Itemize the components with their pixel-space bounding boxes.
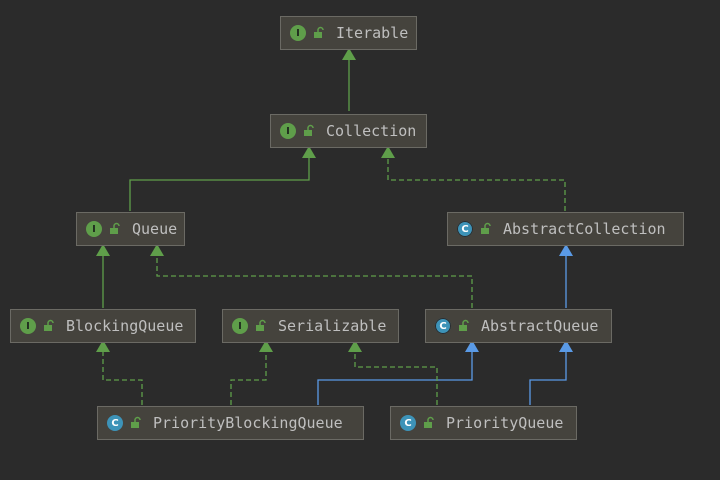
- node-label: AbstractQueue: [481, 317, 599, 335]
- unlocked-icon: [459, 319, 469, 331]
- abstract-class-icon: C: [457, 221, 473, 237]
- unlocked-icon: [424, 416, 434, 428]
- node-label: Iterable: [336, 24, 409, 42]
- node-label: PriorityBlockingQueue: [153, 414, 343, 432]
- interface-icon: I: [232, 318, 248, 334]
- class-icon: C: [107, 415, 123, 431]
- node-label: Queue: [132, 220, 178, 238]
- interface-icon: I: [86, 221, 102, 237]
- node-label: AbstractCollection: [503, 220, 666, 238]
- edge-priority_blocking_queue-to-serializable: [230, 352, 267, 405]
- node-abstract-queue[interactable]: C AbstractQueue: [425, 309, 612, 343]
- edge-abstract_queue-to-queue: [156, 256, 473, 308]
- unlocked-icon: [44, 319, 54, 331]
- edge-priority_blocking_queue-to-abstract_queue: [317, 352, 473, 405]
- node-priority-queue[interactable]: C PriorityQueue: [390, 406, 577, 440]
- node-blocking-queue[interactable]: I BlockingQueue: [10, 309, 196, 343]
- unlocked-icon: [481, 222, 491, 234]
- interface-icon: I: [280, 123, 296, 139]
- unlocked-icon: [256, 319, 266, 331]
- edge-priority_blocking_queue-to-blocking_queue: [102, 352, 143, 405]
- edge-priority_queue-to-serializable: [354, 352, 438, 405]
- unlocked-icon: [304, 124, 314, 136]
- unlocked-icon: [314, 26, 324, 38]
- node-abstract-collection[interactable]: C AbstractCollection: [447, 212, 684, 246]
- interface-icon: I: [20, 318, 36, 334]
- node-label: Collection: [326, 122, 417, 140]
- abstract-class-icon: C: [435, 318, 451, 334]
- node-queue[interactable]: I Queue: [76, 212, 185, 246]
- edge-abstract_collection-to-collection: [387, 158, 566, 211]
- unlocked-icon: [131, 416, 141, 428]
- class-icon: C: [400, 415, 416, 431]
- node-label: BlockingQueue: [66, 317, 184, 335]
- node-priority-blocking-queue[interactable]: C PriorityBlockingQueue: [97, 406, 364, 440]
- node-label: Serializable: [278, 317, 387, 335]
- edge-queue-to-collection: [129, 158, 310, 211]
- node-iterable[interactable]: I Iterable: [280, 16, 417, 50]
- edge-priority_queue-to-abstract_queue: [529, 352, 567, 405]
- unlocked-icon: [110, 222, 120, 234]
- node-label: PriorityQueue: [446, 414, 564, 432]
- node-serializable[interactable]: I Serializable: [222, 309, 399, 343]
- interface-icon: I: [290, 25, 306, 41]
- node-collection[interactable]: I Collection: [270, 114, 427, 148]
